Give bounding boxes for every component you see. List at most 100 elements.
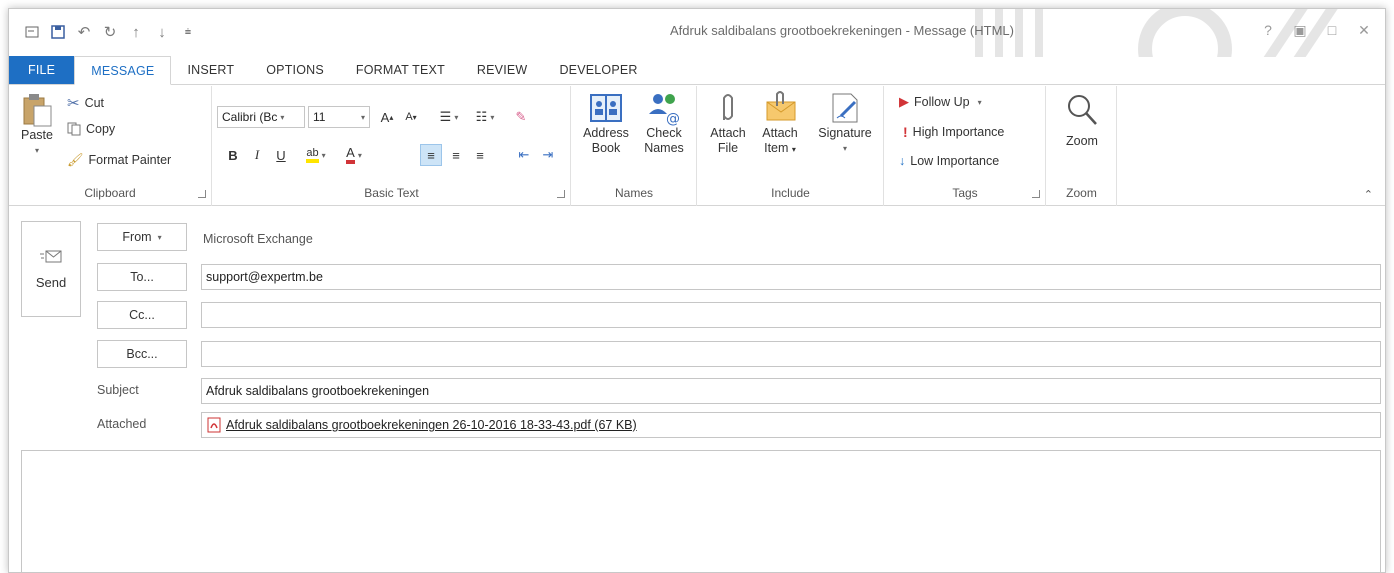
attach-file-label-2: File xyxy=(717,141,739,155)
include-group-label: Include xyxy=(771,186,810,200)
signature-dropdown-icon: ▾ xyxy=(842,144,847,153)
basic-text-group-label: Basic Text xyxy=(364,186,419,200)
highlight-button[interactable]: ab ▾ xyxy=(299,144,333,166)
address-book-button[interactable]: Address Book xyxy=(578,90,634,156)
subject-value: Afdruk saldibalans grootboekrekeningen xyxy=(206,384,430,398)
ribbon-tabs: FILE MESSAGE INSERT OPTIONS FORMAT TEXT … xyxy=(9,56,1385,85)
signature-button[interactable]: Signature ▾ xyxy=(812,90,878,156)
attach-item-label-2: Item ▾ xyxy=(764,141,796,155)
group-basic-text: Calibri (Bc ▾ 11 ▾ A ▴ A ▾ ☰ ▾ ☷ ▾ ✎ B I U a… xyxy=(213,86,571,206)
bold-button[interactable]: B xyxy=(223,144,243,166)
group-zoom: Zoom Zoom xyxy=(1047,86,1117,206)
subject-field[interactable]: Afdruk saldibalans grootboekrekeningen xyxy=(201,378,1381,404)
basic-text-launcher-icon[interactable] xyxy=(557,190,565,198)
group-names: Address Book @ Check Names Names xyxy=(572,86,697,206)
format-painter-label: Format Painter xyxy=(88,153,172,167)
attach-file-label-1: Attach xyxy=(710,126,746,140)
bcc-field[interactable] xyxy=(201,341,1381,367)
copy-icon xyxy=(67,122,81,136)
italic-button[interactable]: I xyxy=(247,144,267,166)
attach-item-button[interactable]: Attach Item ▾ xyxy=(756,90,804,157)
increase-indent-icon[interactable]: ⇥ xyxy=(537,144,559,166)
font-size-select[interactable]: 11 ▾ xyxy=(308,106,370,128)
attachment-link[interactable]: Afdruk saldibalans grootboekrekeningen 2… xyxy=(226,418,637,432)
numbering-icon[interactable]: ☷ ▾ xyxy=(469,106,501,128)
check-names-label-2: Names xyxy=(644,141,684,155)
format-painter-button[interactable]: 🖌 Format Painter xyxy=(67,152,171,168)
scissors-icon: ✂ xyxy=(67,95,80,112)
address-book-label-1: Address xyxy=(583,126,629,140)
copy-label: Copy xyxy=(86,122,116,136)
subject-label: Subject xyxy=(97,383,139,397)
tab-options[interactable]: OPTIONS xyxy=(250,56,340,84)
align-left-icon[interactable]: ≡ xyxy=(420,144,442,166)
tags-launcher-icon[interactable] xyxy=(1032,190,1040,198)
message-body[interactable] xyxy=(21,450,1381,572)
exclamation-icon: ! xyxy=(903,124,908,140)
address-book-label-2: Book xyxy=(591,141,621,155)
cc-button[interactable]: Cc... xyxy=(97,301,187,329)
attach-file-button[interactable]: Attach File xyxy=(704,90,752,156)
cc-field[interactable] xyxy=(201,302,1381,328)
underline-button[interactable]: U xyxy=(271,144,291,166)
paste-dropdown-icon: ▾ xyxy=(34,146,39,155)
clear-formatting-icon[interactable]: ✎ xyxy=(509,106,533,128)
tab-format-text[interactable]: FORMAT TEXT xyxy=(340,56,461,84)
group-clipboard: Paste ▾ ✂ Cut Copy 🖌 Format Painter Clip… xyxy=(9,86,212,206)
attach-item-icon xyxy=(766,91,796,121)
from-dropdown-icon: ▾ xyxy=(157,232,162,242)
tab-insert[interactable]: INSERT xyxy=(171,56,250,84)
cut-button[interactable]: ✂ Cut xyxy=(67,94,104,112)
message-window: ↶ ↻ ↑ ↓ ⩧ Afdruk saldibalans grootboekre… xyxy=(8,8,1386,573)
font-name-select[interactable]: Calibri (Bc ▾ xyxy=(217,106,305,128)
help-icon[interactable]: ? xyxy=(1255,19,1281,41)
to-field[interactable]: support@expertm.be xyxy=(201,264,1381,290)
zoom-button[interactable]: Zoom xyxy=(1057,92,1107,149)
align-center-icon[interactable]: ≡ xyxy=(445,144,467,166)
clipboard-launcher-icon[interactable] xyxy=(198,190,206,198)
group-include: Attach File Attach Item ▾ Signature ▾ In… xyxy=(698,86,884,206)
tab-developer[interactable]: DEVELOPER xyxy=(543,56,653,84)
maximize-icon[interactable]: □ xyxy=(1319,19,1345,41)
tab-message[interactable]: MESSAGE xyxy=(74,56,172,85)
align-right-icon[interactable]: ≡ xyxy=(469,144,491,166)
bullets-icon[interactable]: ☰ ▾ xyxy=(433,106,465,128)
paste-button[interactable]: Paste ▾ xyxy=(17,92,57,158)
from-button[interactable]: From ▾ xyxy=(97,223,187,251)
down-arrow-importance-icon: ↓ xyxy=(899,154,906,168)
send-button[interactable]: Send xyxy=(21,221,81,317)
to-button[interactable]: To... xyxy=(97,263,187,291)
high-importance-label: High Importance xyxy=(912,125,1005,139)
tab-file[interactable]: FILE xyxy=(9,56,75,84)
font-size-value: 11 xyxy=(313,110,326,124)
copy-button[interactable]: Copy xyxy=(67,122,115,136)
window-title: Afdruk saldibalans grootboekrekeningen -… xyxy=(670,23,1014,38)
check-names-label-1: Check xyxy=(646,126,682,140)
flag-icon: ▶ xyxy=(899,94,909,109)
shrink-font-icon[interactable]: A ▾ xyxy=(401,106,421,128)
decrease-indent-icon[interactable]: ⇤ xyxy=(513,144,535,166)
attached-field: Afdruk saldibalans grootboekrekeningen 2… xyxy=(201,412,1381,438)
grow-font-icon[interactable]: A ▴ xyxy=(377,106,397,128)
bcc-button[interactable]: Bcc... xyxy=(97,340,187,368)
tags-group-label: Tags xyxy=(952,186,978,200)
cut-label: Cut xyxy=(84,96,105,110)
send-label: Send xyxy=(35,274,67,290)
magnifier-icon xyxy=(1068,95,1097,125)
tab-review[interactable]: REVIEW xyxy=(461,56,544,84)
font-color-button[interactable]: A ▾ xyxy=(337,144,371,166)
address-book-icon xyxy=(590,94,622,122)
from-value: Microsoft Exchange xyxy=(203,232,313,246)
follow-up-button[interactable]: ▶ Follow Up ▾ xyxy=(899,94,982,110)
ribbon-display-icon[interactable]: ▣ xyxy=(1287,19,1313,41)
signature-icon xyxy=(832,93,858,123)
zoom-label: Zoom xyxy=(1066,134,1098,148)
collapse-ribbon-icon[interactable]: ⌃ xyxy=(1364,188,1373,201)
from-label: From xyxy=(122,230,152,244)
check-names-button[interactable]: @ Check Names xyxy=(638,90,690,156)
attach-item-label-1: Attach xyxy=(762,126,798,140)
low-importance-button[interactable]: ↓ Low Importance xyxy=(899,154,999,168)
high-importance-button[interactable]: ! High Importance xyxy=(903,124,1004,140)
close-icon[interactable]: ✕ xyxy=(1351,19,1377,41)
attached-label: Attached xyxy=(97,417,147,431)
